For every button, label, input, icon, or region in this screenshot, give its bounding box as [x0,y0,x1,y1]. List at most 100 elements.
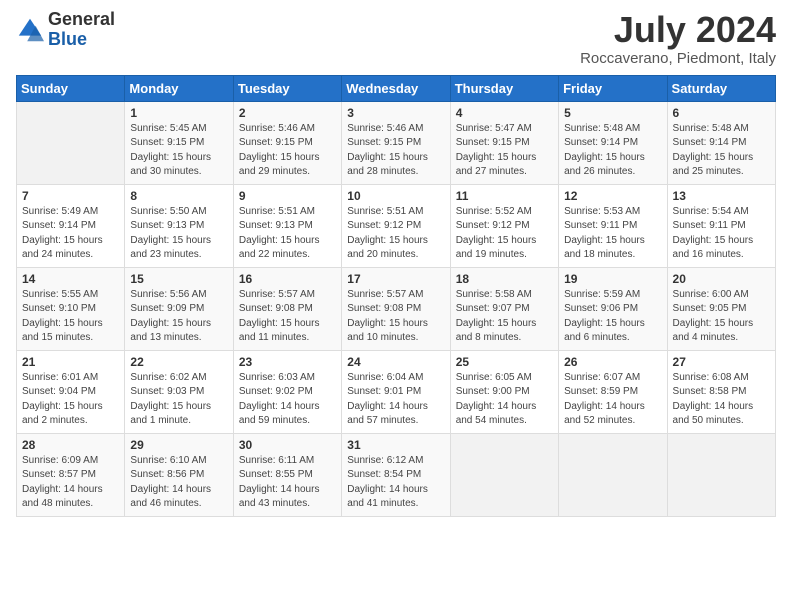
day-number: 13 [673,189,770,203]
calendar-cell: 28 Sunrise: 6:09 AM Sunset: 8:57 PM Dayli… [17,433,125,516]
day-number: 24 [347,355,444,369]
calendar-week-row: 1 Sunrise: 5:45 AM Sunset: 9:15 PM Daylig… [17,101,776,184]
calendar-cell: 27 Sunrise: 6:08 AM Sunset: 8:58 PM Dayli… [667,350,775,433]
calendar-cell [559,433,667,516]
day-info: Sunrise: 5:55 AM Sunset: 9:10 PM Dayligh… [22,288,119,346]
day-info: Sunrise: 6:07 AM Sunset: 8:59 PM Dayligh… [564,371,661,429]
day-number: 3 [347,106,444,120]
logo-icon [16,16,44,44]
day-number: 6 [673,106,770,120]
calendar-cell [17,101,125,184]
day-info: Sunrise: 6:03 AM Sunset: 9:02 PM Dayligh… [239,371,336,429]
calendar-day-header: Saturday [667,75,775,101]
page: General Blue July 2024 Roccaverano, Pied… [0,0,792,612]
calendar-cell: 2Sunrise: 5:46 AM Sunset: 9:15 PM Daylig… [233,101,341,184]
subtitle: Roccaverano, Piedmont, Italy [580,50,776,67]
day-number: 25 [456,355,553,369]
day-info: Sunrise: 6:01 AM Sunset: 9:04 PM Dayligh… [22,371,119,429]
day-number: 19 [564,272,661,286]
day-info: Sunrise: 5:52 AM Sunset: 9:12 PM Dayligh… [456,205,553,263]
header: General Blue July 2024 Roccaverano, Pied… [16,10,776,67]
logo-general: General [48,10,115,30]
day-number: 9 [239,189,336,203]
day-info: Sunrise: 5:53 AM Sunset: 9:11 PM Dayligh… [564,205,661,263]
calendar-cell [667,433,775,516]
main-title: July 2024 [580,10,776,50]
day-info: Sunrise: 6:00 AM Sunset: 9:05 PM Dayligh… [673,288,770,346]
day-info: Sunrise: 5:57 AM Sunset: 9:08 PM Dayligh… [239,288,336,346]
day-info: Sunrise: 6:08 AM Sunset: 8:58 PM Dayligh… [673,371,770,429]
day-info: Sunrise: 6:09 AM Sunset: 8:57 PM Dayligh… [22,454,119,512]
calendar-cell: 25 Sunrise: 6:05 AM Sunset: 9:00 PM Dayli… [450,350,558,433]
day-number: 30 [239,438,336,452]
calendar-cell: 6 Sunrise: 5:48 AM Sunset: 9:14 PM Daylig… [667,101,775,184]
day-number: 27 [673,355,770,369]
day-number: 22 [130,355,227,369]
calendar-cell: 19Sunrise: 5:59 AM Sunset: 9:06 PM Dayli… [559,267,667,350]
day-info: Sunrise: 5:45 AM Sunset: 9:15 PM Dayligh… [130,122,227,180]
calendar-cell: 15 Sunrise: 5:56 AM Sunset: 9:09 PM Dayli… [125,267,233,350]
calendar-cell [450,433,558,516]
day-number: 7 [22,189,119,203]
day-info: Sunrise: 5:46 AM Sunset: 9:15 PM Dayligh… [347,122,444,180]
calendar-day-header: Wednesday [342,75,450,101]
day-info: Sunrise: 6:04 AM Sunset: 9:01 PM Dayligh… [347,371,444,429]
calendar-cell: 5Sunrise: 5:48 AM Sunset: 9:14 PM Daylig… [559,101,667,184]
day-number: 4 [456,106,553,120]
calendar-day-header: Thursday [450,75,558,101]
day-number: 2 [239,106,336,120]
day-info: Sunrise: 6:11 AM Sunset: 8:55 PM Dayligh… [239,454,336,512]
day-info: Sunrise: 5:56 AM Sunset: 9:09 PM Dayligh… [130,288,227,346]
day-number: 5 [564,106,661,120]
day-info: Sunrise: 5:51 AM Sunset: 9:12 PM Dayligh… [347,205,444,263]
day-number: 31 [347,438,444,452]
day-number: 21 [22,355,119,369]
calendar-week-row: 28 Sunrise: 6:09 AM Sunset: 8:57 PM Dayli… [17,433,776,516]
day-number: 15 [130,272,227,286]
day-number: 8 [130,189,227,203]
day-number: 12 [564,189,661,203]
calendar: SundayMondayTuesdayWednesdayThursdayFrid… [16,75,776,517]
calendar-cell: 4Sunrise: 5:47 AM Sunset: 9:15 PM Daylig… [450,101,558,184]
calendar-cell: 24 Sunrise: 6:04 AM Sunset: 9:01 PM Dayli… [342,350,450,433]
day-info: Sunrise: 5:48 AM Sunset: 9:14 PM Dayligh… [673,122,770,180]
day-info: Sunrise: 5:58 AM Sunset: 9:07 PM Dayligh… [456,288,553,346]
calendar-cell: 10Sunrise: 5:51 AM Sunset: 9:12 PM Dayli… [342,184,450,267]
calendar-cell: 16 Sunrise: 5:57 AM Sunset: 9:08 PM Dayli… [233,267,341,350]
calendar-cell: 1 Sunrise: 5:45 AM Sunset: 9:15 PM Daylig… [125,101,233,184]
calendar-cell: 21 Sunrise: 6:01 AM Sunset: 9:04 PM Dayli… [17,350,125,433]
day-info: Sunrise: 6:12 AM Sunset: 8:54 PM Dayligh… [347,454,444,512]
day-info: Sunrise: 5:54 AM Sunset: 9:11 PM Dayligh… [673,205,770,263]
calendar-cell: 14Sunrise: 5:55 AM Sunset: 9:10 PM Dayli… [17,267,125,350]
calendar-cell: 7Sunrise: 5:49 AM Sunset: 9:14 PM Daylig… [17,184,125,267]
calendar-cell: 22 Sunrise: 6:02 AM Sunset: 9:03 PM Dayli… [125,350,233,433]
calendar-cell: 8 Sunrise: 5:50 AM Sunset: 9:13 PM Daylig… [125,184,233,267]
calendar-day-header: Sunday [17,75,125,101]
day-number: 26 [564,355,661,369]
calendar-cell: 18Sunrise: 5:58 AM Sunset: 9:07 PM Dayli… [450,267,558,350]
calendar-cell: 23 Sunrise: 6:03 AM Sunset: 9:02 PM Dayli… [233,350,341,433]
logo-text: General Blue [48,10,115,50]
calendar-header-row: SundayMondayTuesdayWednesdayThursdayFrid… [17,75,776,101]
day-info: Sunrise: 6:05 AM Sunset: 9:00 PM Dayligh… [456,371,553,429]
day-number: 1 [130,106,227,120]
calendar-cell: 31 Sunrise: 6:12 AM Sunset: 8:54 PM Dayli… [342,433,450,516]
logo: General Blue [16,10,115,50]
calendar-day-header: Friday [559,75,667,101]
day-number: 11 [456,189,553,203]
day-number: 28 [22,438,119,452]
day-number: 23 [239,355,336,369]
calendar-cell: 26 Sunrise: 6:07 AM Sunset: 8:59 PM Dayli… [559,350,667,433]
day-number: 16 [239,272,336,286]
calendar-week-row: 21 Sunrise: 6:01 AM Sunset: 9:04 PM Dayli… [17,350,776,433]
day-info: Sunrise: 6:02 AM Sunset: 9:03 PM Dayligh… [130,371,227,429]
calendar-cell: 12 Sunrise: 5:53 AM Sunset: 9:11 PM Dayli… [559,184,667,267]
day-info: Sunrise: 6:10 AM Sunset: 8:56 PM Dayligh… [130,454,227,512]
day-number: 29 [130,438,227,452]
calendar-day-header: Monday [125,75,233,101]
calendar-cell: 9Sunrise: 5:51 AM Sunset: 9:13 PM Daylig… [233,184,341,267]
day-number: 20 [673,272,770,286]
day-info: Sunrise: 5:50 AM Sunset: 9:13 PM Dayligh… [130,205,227,263]
calendar-cell: 30 Sunrise: 6:11 AM Sunset: 8:55 PM Dayli… [233,433,341,516]
calendar-cell: 17Sunrise: 5:57 AM Sunset: 9:08 PM Dayli… [342,267,450,350]
